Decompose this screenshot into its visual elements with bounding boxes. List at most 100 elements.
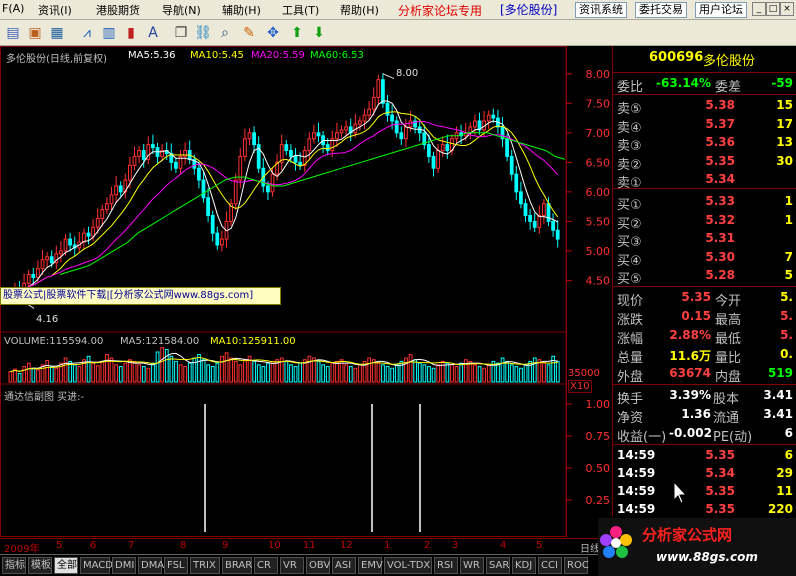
stat-row: 现价 5.35 今开 5. xyxy=(613,290,796,309)
chart-area[interactable]: 8.00 7.50 7.00 6.50 6.00 5.50 5.00 4.50 1.00 0.75… xyxy=(0,46,612,538)
sell-volume: 13 xyxy=(776,135,793,150)
date-tick: 6 xyxy=(90,540,97,551)
tab-kdj[interactable]: KDJ xyxy=(512,557,536,574)
tab-全部[interactable]: 全部 xyxy=(54,557,78,574)
tick-time: 14:59 xyxy=(617,502,656,516)
pencil-icon[interactable]: ✎ xyxy=(240,24,258,42)
volume-bar xyxy=(174,360,178,383)
clone-icon[interactable]: ❐ xyxy=(172,24,190,42)
tab-dma[interactable]: DMA xyxy=(138,557,164,574)
tab-brar[interactable]: BRAR xyxy=(222,557,252,574)
menu-hk-futures[interactable]: 港股期货 xyxy=(96,2,140,18)
arrow-up-icon[interactable]: ⬆ xyxy=(288,24,306,42)
candle-body xyxy=(31,273,36,278)
buy-row[interactable]: 买④ 5.30 7 xyxy=(613,250,796,269)
menu-tools[interactable]: 工具(T) xyxy=(282,2,319,18)
tab-emv[interactable]: EMV xyxy=(358,557,383,574)
volume-bar xyxy=(413,359,418,383)
ma20-legend: MA20:5.59 xyxy=(251,50,305,61)
minimize-icon[interactable]: _ xyxy=(752,2,766,16)
sell-row[interactable]: 卖④ 5.37 17 xyxy=(613,117,796,136)
indicator-tick-label: 0.25 xyxy=(586,494,611,507)
close-icon[interactable]: × xyxy=(780,2,794,16)
volume-bar xyxy=(210,366,215,383)
tab-模板[interactable]: 模板 xyxy=(28,557,52,574)
tab-指标[interactable]: 指标 xyxy=(2,557,26,574)
sell-label: 卖② xyxy=(617,157,642,173)
buy-row[interactable]: 买② 5.32 1 xyxy=(613,212,796,232)
volume-bar xyxy=(422,364,427,383)
price-tick-label: 7.50 xyxy=(586,97,611,110)
sell-row[interactable]: 卖② 5.35 30 xyxy=(613,154,796,173)
picture-icon[interactable]: ▣ xyxy=(26,24,44,42)
candle-body xyxy=(109,194,114,205)
buy-row[interactable]: 买③ 5.31 xyxy=(613,231,796,250)
tick-row[interactable]: 14:59 5.35 11 xyxy=(613,484,796,502)
trade-button[interactable]: 委托交易 xyxy=(635,2,687,18)
sell-row[interactable]: 卖⑤ 5.38 15 xyxy=(613,98,796,117)
candle-body xyxy=(532,220,537,228)
info-system-button[interactable]: 资讯系统 xyxy=(575,2,627,18)
line-chart-icon[interactable]: ⩘ xyxy=(78,24,96,42)
candle-icon[interactable]: ▮ xyxy=(122,24,140,42)
volume-bar xyxy=(417,362,422,383)
tab-vol-tdx[interactable]: VOL-TDX xyxy=(384,557,432,574)
volume-bar xyxy=(440,360,445,383)
doc-icon[interactable]: ▤ xyxy=(4,24,22,42)
volume-bar xyxy=(256,364,261,383)
candle-body xyxy=(385,102,390,116)
buy-price: 5.32 xyxy=(705,212,735,227)
chart-title: 多伦股份(日线,前复权) xyxy=(6,54,107,65)
fundamental-row: 换手 3.39% 股本 3.41 xyxy=(613,388,796,407)
candle-body xyxy=(270,173,275,193)
tab-fsl[interactable]: FSL xyxy=(164,557,188,574)
move-icon[interactable]: ✥ xyxy=(264,24,282,42)
sell-volume: 15 xyxy=(776,98,793,112)
ad-banner[interactable]: 股票公式|股票软件下载|[分析家公式网www.88gs.com] xyxy=(0,287,281,305)
menu-help[interactable]: 帮助(H) xyxy=(340,2,379,18)
tab-roc[interactable]: ROC xyxy=(564,557,589,574)
tab-rsi[interactable]: RSI xyxy=(434,557,458,574)
search-icon[interactable]: ⌕ xyxy=(216,24,234,42)
volume-bar xyxy=(233,360,238,383)
tab-cci[interactable]: CCI xyxy=(538,557,562,574)
tab-asi[interactable]: ASI xyxy=(332,557,356,574)
tab-macd[interactable]: MACD xyxy=(80,557,113,574)
menu-assist[interactable]: 辅助(H) xyxy=(222,2,261,18)
tab-cr[interactable]: CR xyxy=(254,557,278,574)
weibi-label: 委比 xyxy=(617,80,644,95)
fundamental-value: 3.39% xyxy=(669,388,711,402)
volume-bar xyxy=(151,362,155,383)
volume-bar xyxy=(546,364,551,383)
ma60-legend: MA60:6.53 xyxy=(310,50,364,61)
candle-body xyxy=(215,232,220,246)
menu-navigate[interactable]: 导航(N) xyxy=(162,2,201,18)
tab-sar[interactable]: SAR xyxy=(486,557,510,574)
tick-row[interactable]: 14:59 5.34 29 xyxy=(613,466,796,484)
menu-file[interactable]: F(A) xyxy=(2,2,24,15)
link-icon[interactable]: ⛓ xyxy=(194,24,212,42)
text-icon[interactable]: A xyxy=(144,24,162,42)
buy-row[interactable]: 买⑤ 5.28 5 xyxy=(613,268,796,287)
buy-row[interactable]: 买① 5.33 1 xyxy=(613,194,796,213)
volume-bar xyxy=(164,348,169,383)
volume-bar xyxy=(482,367,487,383)
volume-bar xyxy=(206,364,211,383)
bar-chart-icon[interactable]: ▥ xyxy=(100,24,118,42)
forum-button[interactable]: 用户论坛 xyxy=(695,2,747,18)
tick-row[interactable]: 14:59 5.35 220 xyxy=(613,502,796,516)
date-tick: 8 xyxy=(180,540,187,551)
tab-wr[interactable]: WR xyxy=(460,557,484,574)
maximize-icon[interactable]: □ xyxy=(766,2,780,16)
grid-icon[interactable]: ▦ xyxy=(48,24,66,42)
arrow-down-icon[interactable]: ⬇ xyxy=(310,24,328,42)
tab-dmi[interactable]: DMI xyxy=(112,557,136,574)
tab-trix[interactable]: TRIX xyxy=(190,557,220,574)
sell-row[interactable]: 卖① 5.34 xyxy=(613,172,796,191)
price-tick-label: 4.50 xyxy=(586,274,611,287)
tab-obv[interactable]: OBV xyxy=(306,557,330,574)
tab-vr[interactable]: VR xyxy=(280,557,304,574)
sell-row[interactable]: 卖③ 5.36 13 xyxy=(613,135,796,154)
tick-row[interactable]: 14:59 5.35 6 xyxy=(613,448,796,466)
menu-info[interactable]: 资讯(I) xyxy=(38,2,72,18)
